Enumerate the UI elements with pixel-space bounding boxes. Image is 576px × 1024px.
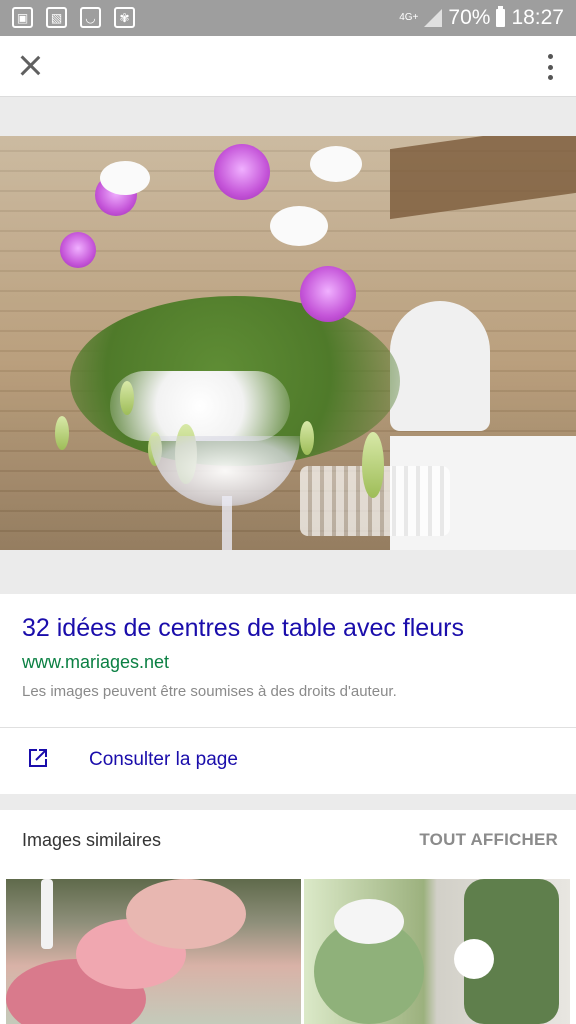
open-in-new-icon[interactable] (26, 746, 50, 770)
orchid-flower (214, 144, 270, 200)
white-flowers (334, 899, 404, 944)
signal-icon (424, 9, 443, 27)
preview-image[interactable] (0, 136, 576, 550)
show-all-button[interactable]: TOUT AFFICHER (419, 830, 558, 850)
network-label: 4G+ (399, 12, 419, 23)
waiter (390, 301, 490, 431)
copyright-note: Les images peuvent être soumises à des d… (22, 683, 397, 700)
result-title-link[interactable]: 32 idées de centres de table avec fleurs (22, 614, 464, 643)
vase-stem (222, 496, 232, 550)
similar-title: Images similaires (22, 830, 162, 850)
baby-breath (110, 371, 290, 441)
similar-thumb[interactable] (6, 879, 301, 1024)
clock: 18:27 (511, 6, 564, 29)
orchid-flower (300, 266, 356, 322)
close-icon[interactable] (14, 50, 46, 82)
app-icon: ✾ (114, 7, 135, 28)
similar-thumb[interactable] (304, 879, 570, 1024)
notification-icon: ▣ (12, 7, 33, 28)
candle (41, 879, 53, 949)
card-divider (0, 727, 576, 728)
bud-drop (120, 381, 134, 415)
plate (454, 939, 494, 979)
anthurium-flower (100, 161, 150, 195)
anthurium-flower (310, 146, 362, 182)
battery-icon (496, 6, 506, 27)
visit-page-button[interactable]: Consulter la page (89, 749, 238, 771)
status-bar: ▣ ▧ ◡ ✾ 4G+ 70% 18:27 (0, 0, 576, 36)
bud-drop (362, 432, 384, 498)
battery-percent: 70% (448, 6, 491, 29)
gallery-icon: ▧ (46, 7, 67, 28)
face-icon: ◡ (80, 7, 101, 28)
anthurium-flower (270, 206, 328, 246)
bud-drop (55, 416, 69, 450)
status-right: 4G+ 70% 18:27 (399, 0, 564, 36)
orchid-flower (60, 232, 96, 268)
bud-drop (300, 421, 314, 455)
more-vert-icon[interactable] (546, 54, 554, 80)
top-toolbar (0, 36, 576, 97)
result-domain[interactable]: www.mariages.net (22, 652, 169, 673)
flower-cluster (126, 879, 246, 949)
